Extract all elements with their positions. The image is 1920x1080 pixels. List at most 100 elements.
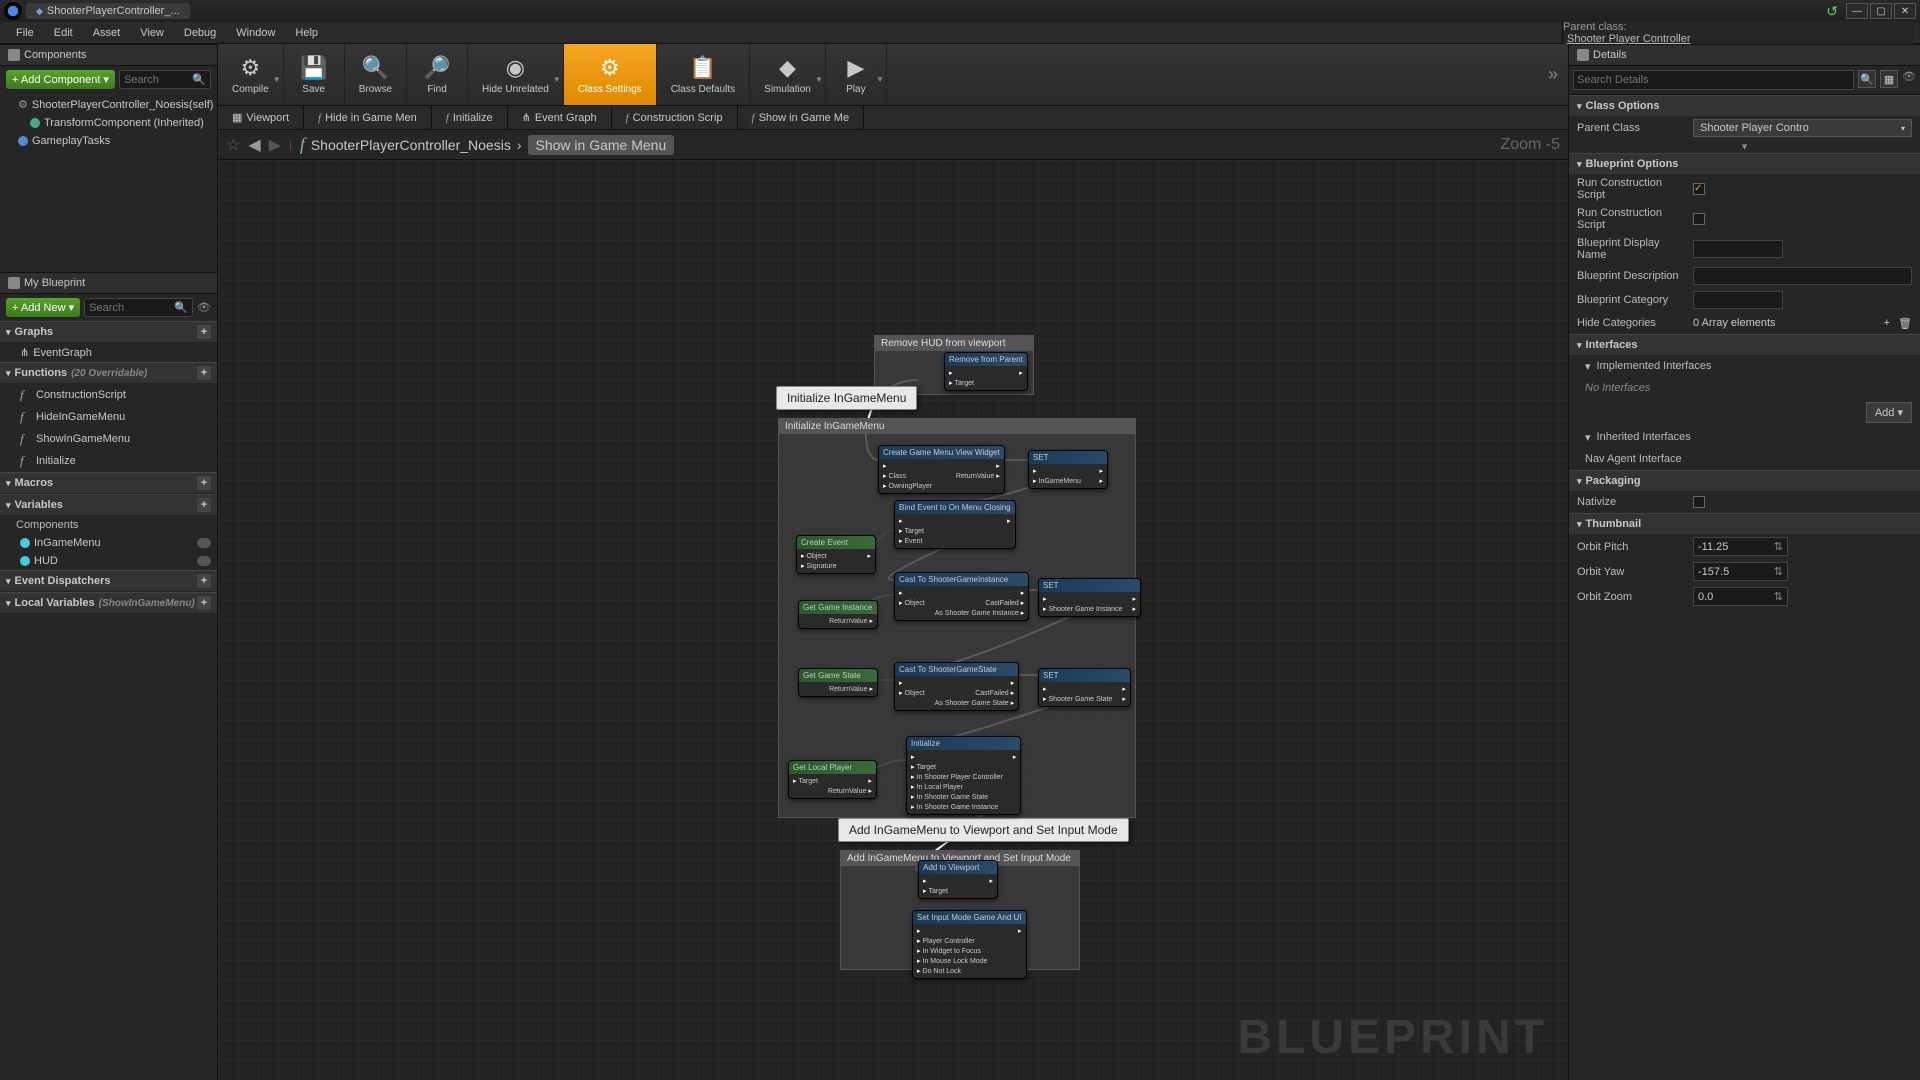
menu-edit[interactable]: Edit: [44, 24, 83, 42]
dispatchers-header[interactable]: Event Dispatchers+: [0, 570, 217, 592]
graph-node[interactable]: Add to ViewportTarget: [918, 860, 998, 899]
nav-fwd-icon[interactable]: ▶: [269, 135, 281, 155]
graph-canvas[interactable]: BLUEPRINT Remove HUD from viewportInitia…: [218, 160, 1568, 1080]
graph-node[interactable]: SETInGameMenu: [1028, 450, 1108, 489]
graph-node[interactable]: SETShooter Game State: [1038, 668, 1131, 707]
fn-show[interactable]: fShowInGameMenu: [0, 428, 217, 450]
toolbar-find-button[interactable]: 🔎Find: [407, 44, 468, 105]
section-interfaces[interactable]: Interfaces: [1569, 334, 1920, 355]
minimize-button[interactable]: —: [1846, 3, 1868, 19]
node-header[interactable]: SET: [1029, 451, 1107, 464]
graph-node[interactable]: Bind Event to On Menu ClosingTargetEvent: [894, 500, 1016, 549]
toolbar-compile-button[interactable]: ⚙Compile▼: [218, 44, 284, 105]
tree-gameplay[interactable]: GameplayTasks: [0, 132, 217, 150]
locals-header[interactable]: Local Variables(ShowInGameMenu)+: [0, 592, 217, 614]
section-packaging[interactable]: Packaging: [1569, 470, 1920, 491]
tab-construction-scrip[interactable]: fConstruction Scrip: [612, 106, 738, 129]
run-cs-checkbox-1[interactable]: [1693, 183, 1705, 195]
graph-eventgraph[interactable]: ⋔EventGraph: [0, 343, 217, 362]
menu-window[interactable]: Window: [226, 24, 285, 42]
add-interface-button[interactable]: Add ▾: [1866, 402, 1912, 423]
toolbar-hide-unrelated-button[interactable]: ◉Hide Unrelated▼: [468, 44, 564, 105]
orbit-yaw-field[interactable]: -157.5: [1693, 562, 1788, 581]
fn-hide[interactable]: fHideInGameMenu: [0, 406, 217, 428]
category-field[interactable]: [1693, 291, 1783, 309]
graph-node[interactable]: Get Game InstanceReturnValue: [798, 600, 878, 629]
array-clear-icon[interactable]: 🗑: [1898, 317, 1912, 330]
components-search[interactable]: 🔍: [119, 70, 211, 89]
add-function-button[interactable]: +: [197, 366, 211, 380]
add-graph-button[interactable]: +: [197, 325, 211, 339]
node-header[interactable]: Remove from Parent: [945, 353, 1027, 366]
add-macro-button[interactable]: +: [197, 476, 211, 490]
var-ingamemenu[interactable]: InGameMenu: [0, 534, 217, 552]
toolbar-simulation-button[interactable]: ◆Simulation▼: [750, 44, 826, 105]
tab-show-in-game-me[interactable]: fShow in Game Me: [738, 106, 865, 129]
node-header[interactable]: Create Game Menu View Widget: [879, 446, 1004, 459]
node-header[interactable]: Bind Event to On Menu Closing: [895, 501, 1015, 514]
tab-viewport[interactable]: ▦Viewport: [218, 106, 304, 129]
fn-construction[interactable]: fConstructionScript: [0, 384, 217, 406]
menu-help[interactable]: Help: [285, 24, 328, 42]
variables-sub[interactable]: Components: [0, 516, 217, 534]
tree-root[interactable]: ⚙ShooterPlayerController_Noesis(self): [0, 95, 217, 114]
node-header[interactable]: Get Game State: [799, 669, 877, 682]
graph-node[interactable]: Create EventObjectSignature: [796, 535, 876, 574]
vis-toggle[interactable]: [197, 556, 211, 566]
tab-hide-in-game-men[interactable]: fHide in Game Men: [304, 106, 432, 129]
details-search[interactable]: [1573, 70, 1854, 90]
menu-file[interactable]: File: [6, 24, 44, 42]
toolbar-browse-button[interactable]: 🔍Browse: [345, 44, 407, 105]
variables-header[interactable]: Variables+: [0, 494, 217, 516]
node-header[interactable]: Cast To ShooterGameInstance: [895, 573, 1028, 586]
section-bpoptions[interactable]: Blueprint Options: [1569, 153, 1920, 174]
breadcrumb-root[interactable]: ShooterPlayerController_Noesis: [311, 137, 511, 153]
graph-node[interactable]: Create Game Menu View WidgetClassOwningP…: [878, 445, 1005, 494]
eye-icon[interactable]: 👁: [197, 301, 211, 314]
toolbar-class-settings-button[interactable]: ⚙Class Settings: [564, 44, 657, 105]
node-header[interactable]: SET: [1039, 669, 1130, 682]
overflow-icon[interactable]: »: [1538, 44, 1568, 105]
node-header[interactable]: Set Input Mode Game And UI: [913, 911, 1026, 924]
parent-class-combo[interactable]: Shooter Player Contro: [1693, 119, 1912, 137]
tab-initialize[interactable]: fInitialize: [432, 106, 508, 129]
add-variable-button[interactable]: +: [197, 498, 211, 512]
functions-header[interactable]: Functions(20 Overridable)+: [0, 362, 217, 384]
graph-node[interactable]: Set Input Mode Game And UIPlayer Control…: [912, 910, 1027, 979]
menu-view[interactable]: View: [130, 24, 174, 42]
favorite-icon[interactable]: ☆: [226, 135, 240, 155]
menu-debug[interactable]: Debug: [174, 24, 226, 42]
nav-back-icon[interactable]: ◀: [248, 135, 260, 155]
graph-node[interactable]: Cast To ShooterGameStateObjectCastFailed…: [894, 662, 1019, 711]
node-header[interactable]: Get Game Instance: [799, 601, 877, 614]
graphs-header[interactable]: Graphs+: [0, 321, 217, 343]
graph-node[interactable]: Get Local PlayerTargetReturnValue: [788, 760, 877, 799]
source-control-icon[interactable]: ↺: [1826, 3, 1838, 20]
graph-node[interactable]: Get Game StateReturnValue: [798, 668, 878, 697]
run-cs-checkbox-2[interactable]: [1693, 213, 1705, 225]
graph-node[interactable]: InitializeTargetIn Shooter Player Contro…: [906, 736, 1021, 815]
node-header[interactable]: Cast To ShooterGameState: [895, 663, 1018, 676]
section-thumbnail[interactable]: Thumbnail: [1569, 513, 1920, 534]
node-header[interactable]: SET: [1039, 579, 1140, 592]
var-hud[interactable]: HUD: [0, 552, 217, 570]
node-header[interactable]: Initialize: [907, 737, 1020, 750]
add-component-button[interactable]: + Add Component ▾: [6, 70, 115, 89]
matrix-icon[interactable]: ▦: [1880, 70, 1898, 88]
title-tab[interactable]: ShooterPlayerController_...: [26, 3, 190, 19]
eye-icon[interactable]: 👁: [1902, 70, 1916, 90]
graph-node[interactable]: Cast To ShooterGameInstanceObjectCastFai…: [894, 572, 1029, 621]
orbit-zoom-field[interactable]: 0.0: [1693, 587, 1788, 606]
tree-transform[interactable]: TransformComponent (Inherited): [0, 114, 217, 132]
comment-header[interactable]: Remove HUD from viewport: [875, 336, 1033, 351]
add-new-button[interactable]: + Add New ▾: [6, 298, 80, 317]
add-local-button[interactable]: +: [197, 596, 211, 610]
tab-event-graph[interactable]: ⋔Event Graph: [508, 106, 612, 129]
graph-node[interactable]: SETShooter Game Instance: [1038, 578, 1141, 617]
fn-init[interactable]: fInitialize: [0, 450, 217, 472]
add-dispatcher-button[interactable]: +: [197, 574, 211, 588]
node-header[interactable]: Create Event: [797, 536, 875, 549]
maximize-button[interactable]: ▢: [1870, 3, 1892, 19]
section-classoptions[interactable]: Class Options: [1569, 95, 1920, 116]
parent-class-link[interactable]: Shooter Player Controller: [1567, 33, 1914, 45]
